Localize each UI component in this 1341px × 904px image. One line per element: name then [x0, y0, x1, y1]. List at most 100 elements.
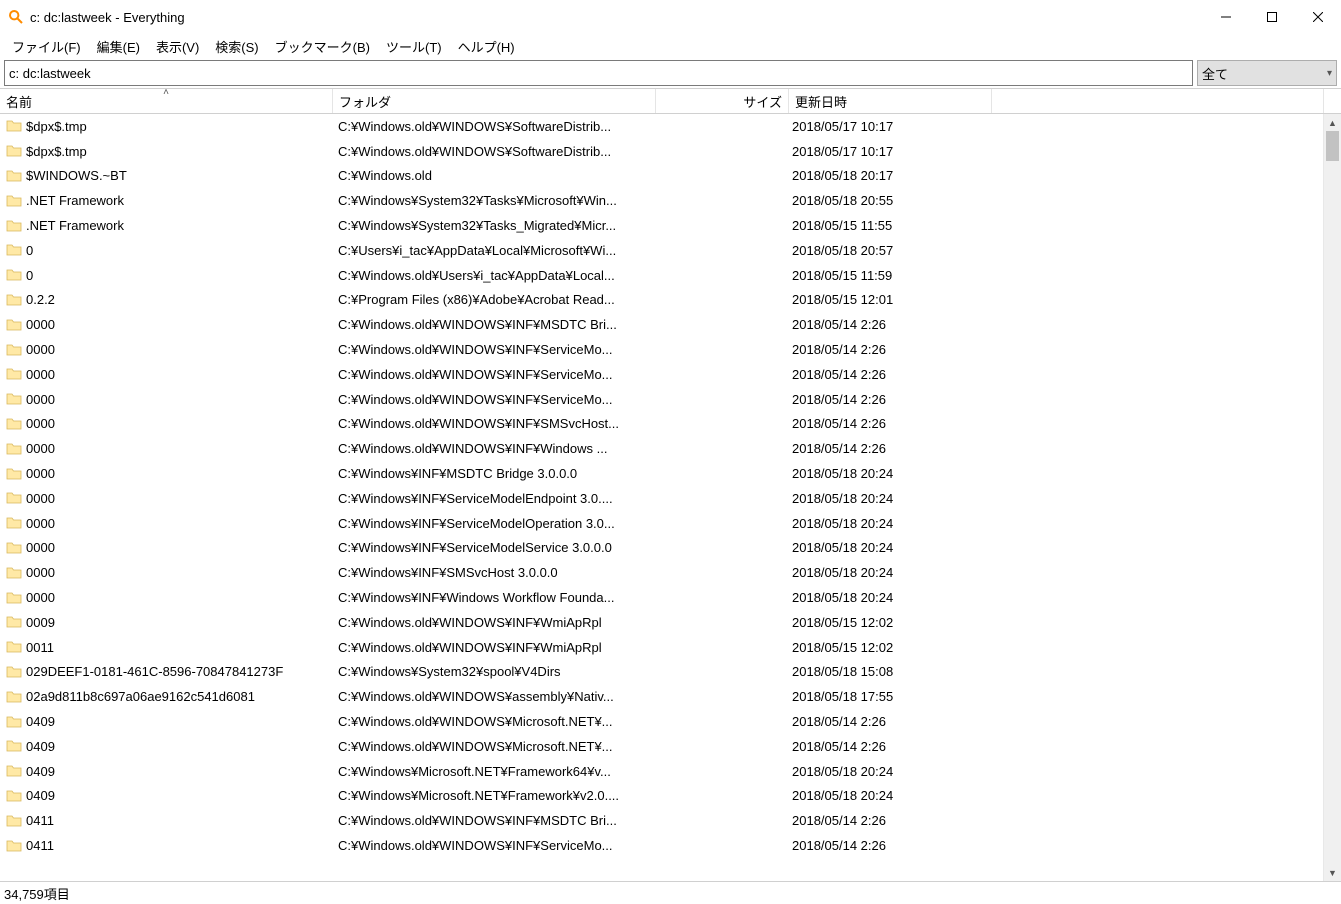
table-row[interactable]: 029DEEF1-0181-461C-8596-70847841273FC:¥W… — [0, 660, 1323, 685]
table-row[interactable]: 02a9d811b8c697a06ae9162c541d6081C:¥Windo… — [0, 684, 1323, 709]
table-row[interactable]: 0000 C:¥Windows.old¥WINDOWS¥INF¥ServiceMo… — [0, 362, 1323, 387]
file-date: 2018/05/18 20:24 — [786, 466, 988, 481]
file-name: 0411 — [26, 838, 54, 853]
scroll-thumb[interactable] — [1326, 131, 1339, 161]
file-folder: C:¥Windows.old¥WINDOWS¥Microsoft.NET¥... — [332, 739, 654, 754]
file-folder: C:¥Windows.old¥WINDOWS¥INF¥ServiceMo... — [332, 392, 654, 407]
folder-icon — [6, 838, 22, 854]
file-date: 2018/05/15 12:02 — [786, 615, 988, 630]
file-date: 2018/05/18 20:24 — [786, 788, 988, 803]
scroll-up-arrow-icon[interactable]: ▲ — [1324, 114, 1341, 131]
close-button[interactable] — [1295, 2, 1341, 32]
results-list[interactable]: $dpx$.tmpC:¥Windows.old¥WINDOWS¥Software… — [0, 114, 1323, 881]
file-name: .NET Framework — [26, 218, 124, 233]
scroll-down-arrow-icon[interactable]: ▼ — [1324, 864, 1341, 881]
file-name: .NET Framework — [26, 193, 124, 208]
app-window: c: dc:lastweek - Everything ファイル(F) 編集(E… — [0, 0, 1341, 904]
table-row[interactable]: 0.2.2C:¥Program Files (x86)¥Adobe¥Acroba… — [0, 288, 1323, 313]
file-folder: C:¥Windows¥Microsoft.NET¥Framework64¥v..… — [332, 764, 654, 779]
folder-icon — [6, 143, 22, 159]
table-row[interactable]: 0409 C:¥Windows.old¥WINDOWS¥Microsoft.NET… — [0, 709, 1323, 734]
column-header-folder[interactable]: フォルダ — [333, 89, 656, 113]
table-row[interactable]: 0C:¥Windows.old¥Users¥i_tac¥AppData¥Loca… — [0, 263, 1323, 288]
maximize-button[interactable] — [1249, 2, 1295, 32]
folder-icon — [6, 242, 22, 258]
menu-file[interactable]: ファイル(F) — [4, 35, 89, 58]
file-folder: C:¥Windows.old — [332, 168, 654, 183]
file-folder: C:¥Windows.old¥WINDOWS¥INF¥ServiceMo... — [332, 367, 654, 382]
file-date: 2018/05/18 20:24 — [786, 516, 988, 531]
folder-icon — [6, 342, 22, 358]
folder-icon — [6, 664, 22, 680]
folder-icon — [6, 193, 22, 209]
table-row[interactable]: 0C:¥Users¥i_tac¥AppData¥Local¥Microsoft¥… — [0, 238, 1323, 263]
table-row[interactable]: 0011C:¥Windows.old¥WINDOWS¥INF¥WmiApRpl2… — [0, 635, 1323, 660]
table-row[interactable]: 0000C:¥Windows¥INF¥Windows Workflow Foun… — [0, 585, 1323, 610]
table-row[interactable]: 0411C:¥Windows.old¥WINDOWS¥INF¥MSDTC Bri… — [0, 808, 1323, 833]
file-name: 0 — [26, 243, 33, 258]
file-name: $WINDOWS.~BT — [26, 168, 127, 183]
file-date: 2018/05/18 20:24 — [786, 491, 988, 506]
column-header-name[interactable]: 名前 ˄ — [0, 89, 333, 113]
menu-edit[interactable]: 編集(E) — [89, 35, 148, 58]
file-folder: C:¥Windows.old¥WINDOWS¥INF¥SMSvcHost... — [332, 416, 654, 431]
file-folder: C:¥Windows.old¥WINDOWS¥INF¥WmiApRpl — [332, 615, 654, 630]
menu-view[interactable]: 表示(V) — [148, 35, 207, 58]
file-name: 0409 — [26, 788, 55, 803]
app-icon — [8, 9, 24, 25]
filter-select[interactable]: 全て ▾ — [1197, 60, 1337, 86]
table-row[interactable]: $WINDOWS.~BTC:¥Windows.old2018/05/18 20:… — [0, 164, 1323, 189]
table-row[interactable]: 0000C:¥Windows.old¥WINDOWS¥INF¥SMSvcHost… — [0, 412, 1323, 437]
table-row[interactable]: 0409C:¥Windows¥Microsoft.NET¥Framework64… — [0, 759, 1323, 784]
file-name: 0411 — [26, 813, 54, 828]
file-date: 2018/05/14 2:26 — [786, 342, 988, 357]
column-headers: 名前 ˄ フォルダ サイズ 更新日時 — [0, 88, 1341, 114]
table-row[interactable]: 0000C:¥Windows¥INF¥ServiceModelOperation… — [0, 511, 1323, 536]
table-row[interactable]: 0000C:¥Windows.old¥WINDOWS¥INF¥ServiceMo… — [0, 337, 1323, 362]
file-name: 0409 — [26, 714, 55, 729]
table-row[interactable]: 0409C:¥Windows.old¥WINDOWS¥Microsoft.NET… — [0, 734, 1323, 759]
filter-selected-label: 全て — [1202, 64, 1228, 83]
vertical-scrollbar[interactable]: ▲ ▼ — [1323, 114, 1341, 881]
menu-bookmark[interactable]: ブックマーク(B) — [267, 35, 378, 58]
file-folder: C:¥Windows¥System32¥Tasks_Migrated¥Micr.… — [332, 218, 654, 233]
file-name: 0000 — [26, 491, 55, 506]
table-row[interactable]: .NET FrameworkC:¥Windows¥System32¥Tasks¥… — [0, 188, 1323, 213]
file-folder: C:¥Windows.old¥WINDOWS¥INF¥ServiceMo... — [332, 838, 654, 853]
table-row[interactable]: 0000C:¥Windows¥INF¥SMSvcHost 3.0.0.02018… — [0, 560, 1323, 585]
column-header-date[interactable]: 更新日時 — [789, 89, 992, 113]
minimize-button[interactable] — [1203, 2, 1249, 32]
table-row[interactable]: $dpx$.tmpC:¥Windows.old¥WINDOWS¥Software… — [0, 114, 1323, 139]
file-folder: C:¥Windows¥Microsoft.NET¥Framework¥v2.0.… — [332, 788, 654, 803]
table-row[interactable]: 0411 C:¥Windows.old¥WINDOWS¥INF¥ServiceMo… — [0, 833, 1323, 858]
column-header-size[interactable]: サイズ — [656, 89, 789, 113]
file-folder: C:¥Windows.old¥Users¥i_tac¥AppData¥Local… — [332, 268, 654, 283]
search-input[interactable] — [4, 60, 1193, 86]
file-name: 0000 — [26, 367, 55, 382]
folder-icon — [6, 490, 22, 506]
table-row[interactable]: .NET Framework C:¥Windows¥System32¥Tasks_… — [0, 213, 1323, 238]
table-row[interactable]: $dpx$.tmpC:¥Windows.old¥WINDOWS¥Software… — [0, 139, 1323, 164]
folder-icon — [6, 540, 22, 556]
file-name: 0000 — [26, 565, 55, 580]
folder-icon — [6, 639, 22, 655]
file-date: 2018/05/17 10:17 — [786, 119, 988, 134]
table-row[interactable]: 0000C:¥Windows.old¥WINDOWS¥INF¥MSDTC Bri… — [0, 312, 1323, 337]
table-row[interactable]: 0009 C:¥Windows.old¥WINDOWS¥INF¥WmiApRpl 2… — [0, 610, 1323, 635]
file-date: 2018/05/18 15:08 — [786, 664, 988, 679]
table-row[interactable]: 0000C:¥Windows¥INF¥ServiceModelEndpoint … — [0, 486, 1323, 511]
folder-icon — [6, 416, 22, 432]
file-folder: C:¥Windows.old¥WINDOWS¥Microsoft.NET¥... — [332, 714, 654, 729]
file-name: 0009 — [26, 615, 55, 630]
menu-help[interactable]: ヘルプ(H) — [450, 35, 523, 58]
table-row[interactable]: 0000C:¥Windows.old¥WINDOWS¥INF¥Windows .… — [0, 436, 1323, 461]
table-row[interactable]: 0000C:¥Windows.old¥WINDOWS¥INF¥ServiceMo… — [0, 387, 1323, 412]
table-row[interactable]: 0409 C:¥Windows¥Microsoft.NET¥Framework¥v… — [0, 784, 1323, 809]
table-row[interactable]: 0000C:¥Windows¥INF¥MSDTC Bridge 3.0.0.02… — [0, 461, 1323, 486]
file-date: 2018/05/14 2:26 — [786, 441, 988, 456]
file-date: 2018/05/18 20:24 — [786, 764, 988, 779]
menu-search[interactable]: 検索(S) — [207, 35, 266, 58]
file-date: 2018/05/15 11:59 — [786, 268, 988, 283]
menu-tools[interactable]: ツール(T) — [378, 35, 450, 58]
table-row[interactable]: 0000C:¥Windows¥INF¥ServiceModelService 3… — [0, 536, 1323, 561]
